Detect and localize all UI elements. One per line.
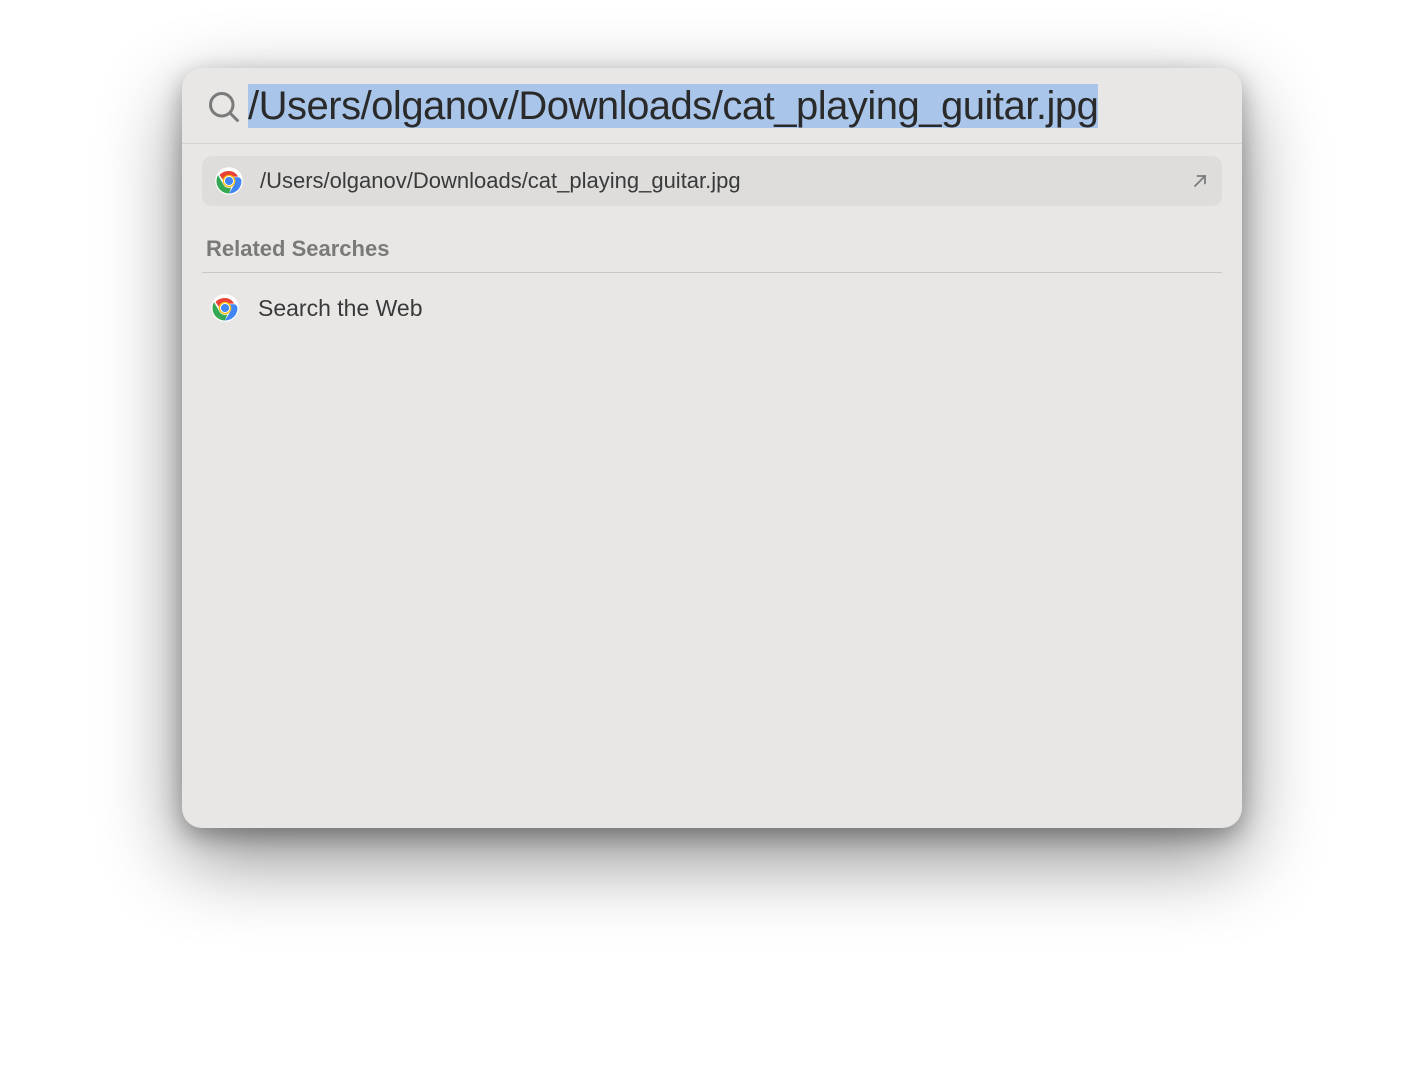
open-arrow-icon — [1190, 171, 1210, 191]
top-hit-result[interactable]: /Users/olganov/Downloads/cat_playing_gui… — [202, 156, 1222, 206]
chrome-icon — [210, 293, 240, 323]
top-hit-label: /Users/olganov/Downloads/cat_playing_gui… — [260, 168, 1190, 194]
search-query-selected: /Users/olganov/Downloads/cat_playing_gui… — [248, 84, 1098, 128]
related-item-search-web[interactable]: Search the Web — [202, 287, 1222, 329]
search-input[interactable]: /Users/olganov/Downloads/cat_playing_gui… — [248, 84, 1218, 129]
chrome-icon — [214, 166, 244, 196]
search-icon — [206, 89, 242, 125]
spotlight-window: /Users/olganov/Downloads/cat_playing_gui… — [182, 68, 1242, 828]
search-row: /Users/olganov/Downloads/cat_playing_gui… — [182, 68, 1242, 144]
related-searches-header: Related Searches — [202, 236, 1222, 273]
results-area: /Users/olganov/Downloads/cat_playing_gui… — [182, 144, 1242, 828]
related-item-label: Search the Web — [258, 295, 423, 322]
